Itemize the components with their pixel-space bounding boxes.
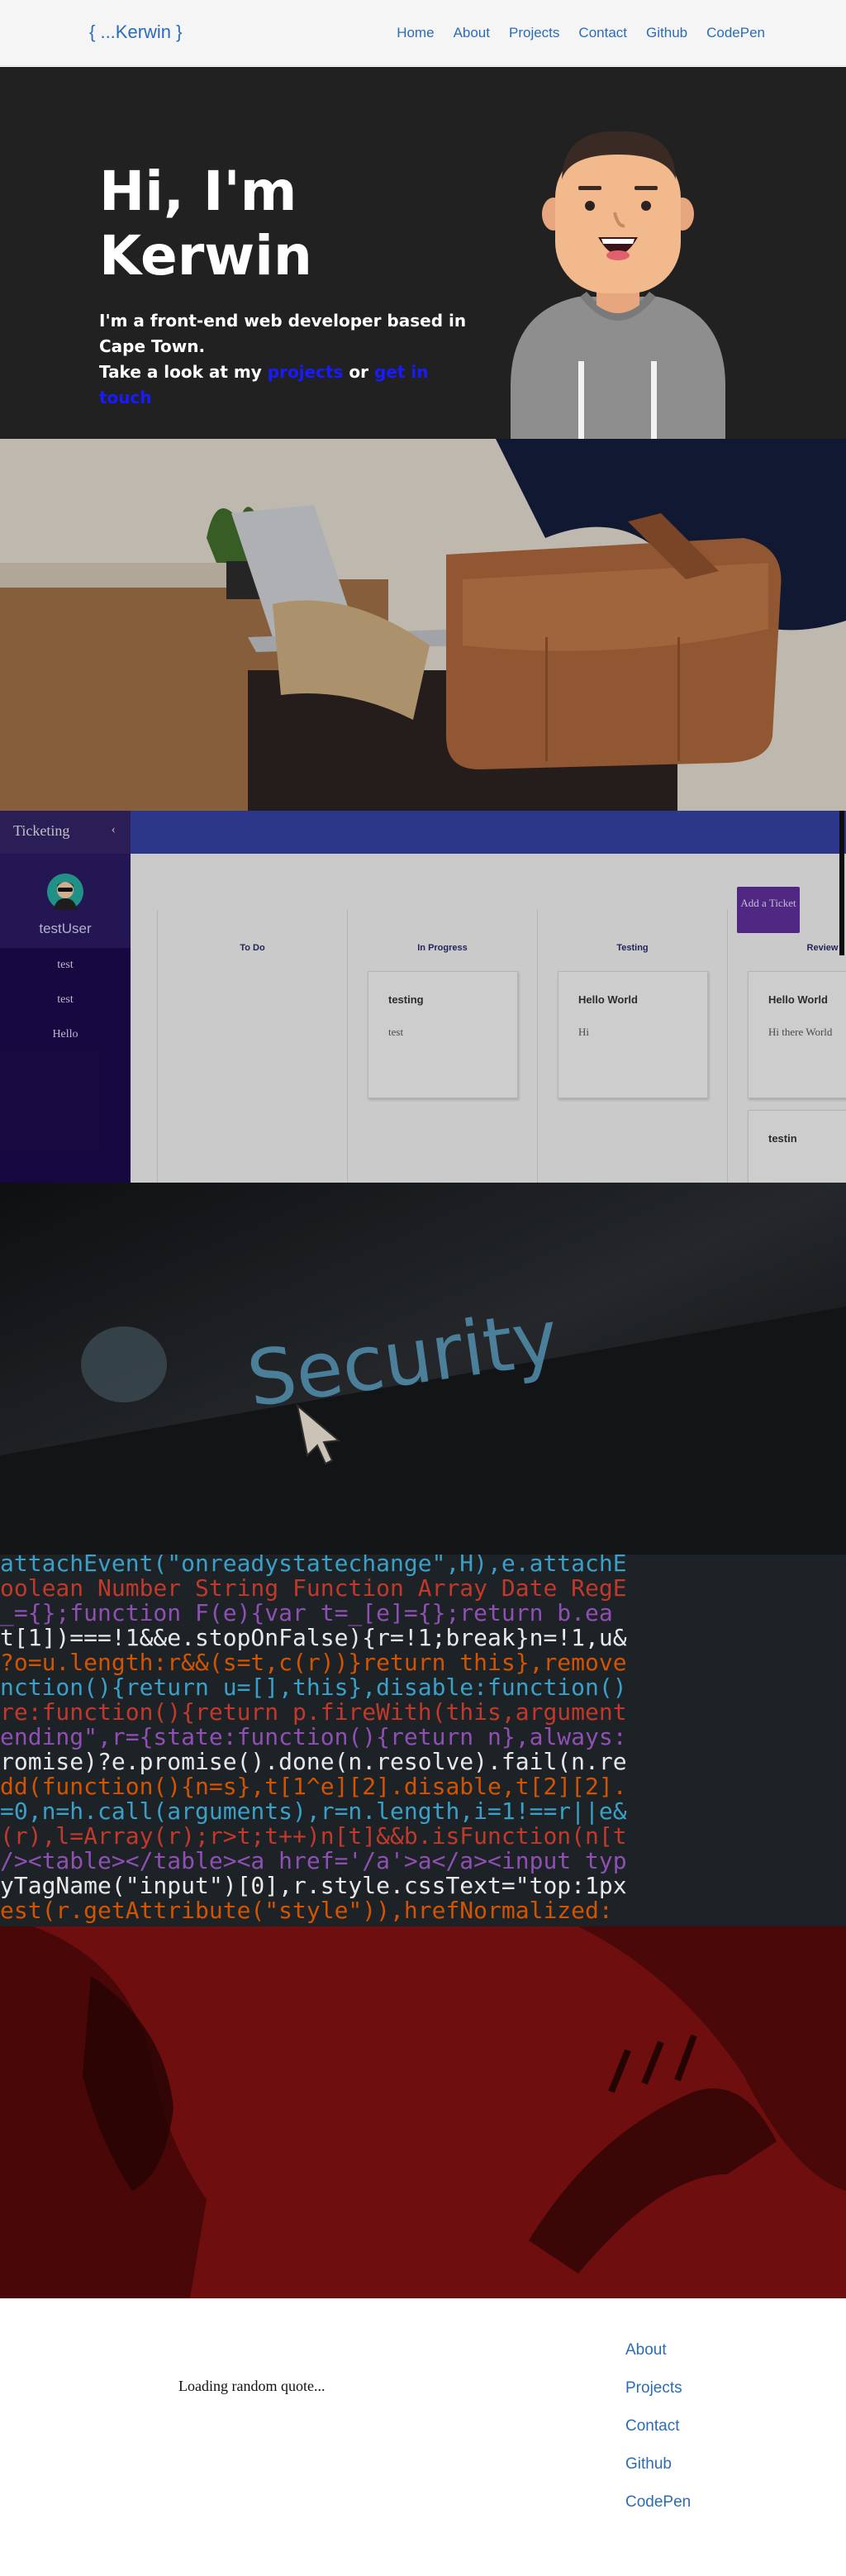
nav-link-projects[interactable]: Projects (509, 25, 559, 41)
code-photo: attachEvent("onreadystatechange",H),e.at… (0, 1555, 627, 1924)
navbar: { ...Kerwin } Home About Projects Contac… (0, 0, 846, 66)
project-section-ticketing[interactable]: Ticketing ‹ testUser test test Hello Add… (0, 811, 846, 1183)
project-section-alien[interactable] (0, 1926, 846, 2298)
nav-link-github[interactable]: Github (646, 25, 687, 41)
code-line: est(r.getAttribute("style")),hrefNormali… (0, 1897, 613, 1924)
code-line: =0,n=h.call(arguments),r=n.length,i=1!==… (0, 1797, 627, 1825)
random-quote: Loading random quote... (178, 2378, 326, 2394)
nav-link-contact[interactable]: Contact (578, 25, 627, 41)
code-line: re:function(){return p.fireWith(this,arg… (0, 1698, 627, 1726)
footer-link-about[interactable]: About (625, 2341, 691, 2379)
hero-line1: I'm a front-end web developer based in C… (99, 311, 467, 356)
hero-line2-prefix: Take a look at my (99, 362, 262, 382)
code-line: ending",r={state:function(){return n},al… (0, 1723, 627, 1750)
code-line: nction(){return u=[],this},disable:funct… (0, 1674, 627, 1701)
nav-link-about[interactable]: About (454, 25, 490, 41)
nav-link-codepen[interactable]: CodePen (706, 25, 765, 41)
code-line: (r),l=Array(r);r>t;t++)n[t]&&b.isFunctio… (0, 1822, 627, 1850)
code-line: t[1])===!1&&e.stopOnFalse){r=!1;break}n=… (0, 1624, 627, 1651)
footer-link-codepen[interactable]: CodePen (625, 2493, 691, 2531)
code-line: _={};function F(e){var t=_[e]={};return … (0, 1599, 613, 1627)
footer-link-projects[interactable]: Projects (625, 2379, 691, 2417)
hero-title: Hi, I'm Kerwin (99, 160, 312, 288)
section-overlay (0, 811, 846, 1183)
code-line: /><table></table><a href='/a'>a</a><inpu… (0, 1847, 627, 1874)
footer-link-github[interactable]: Github (625, 2455, 691, 2493)
hero-section: Hi, I'm Kerwin I'm a front-end web devel… (0, 67, 846, 439)
avatar-illustration (511, 131, 725, 439)
code-line: romise)?e.promise().done(n.resolve).fail… (0, 1748, 627, 1775)
hero-projects-link[interactable]: projects (268, 362, 344, 382)
hero-or: or (349, 362, 369, 382)
footer-links: About Projects Contact Github CodePen (625, 2341, 691, 2531)
project-section-workspace[interactable] (0, 439, 846, 811)
section-overlay (0, 439, 846, 811)
section-overlay (0, 1926, 846, 2298)
footer: Loading random quote... About Projects C… (0, 2298, 846, 2576)
footer-link-contact[interactable]: Contact (625, 2417, 691, 2455)
project-section-code[interactable]: attachEvent("onreadystatechange",H),e.at… (0, 1555, 846, 1926)
code-line: dd(function(){n=s},t[1^e][2].disable,t[2… (0, 1773, 627, 1800)
section-overlay (0, 1183, 846, 1555)
code-line: oolean Number String Function Array Date… (0, 1574, 627, 1602)
code-line: yTagName("input")[0],r.style.cssText="to… (0, 1872, 627, 1899)
nav-links: Home About Projects Contact Github CodeP… (397, 25, 765, 41)
project-section-security[interactable]: Security (0, 1183, 846, 1555)
nav-link-home[interactable]: Home (397, 25, 434, 41)
hero-intro: I'm a front-end web developer based in C… (99, 308, 479, 411)
code-line: attachEvent("onreadystatechange",H),e.at… (0, 1555, 627, 1577)
site-logo[interactable]: { ...Kerwin } (89, 21, 183, 43)
code-line: ?o=u.length:r&&(s=t,c(r))}return this},r… (0, 1649, 627, 1676)
